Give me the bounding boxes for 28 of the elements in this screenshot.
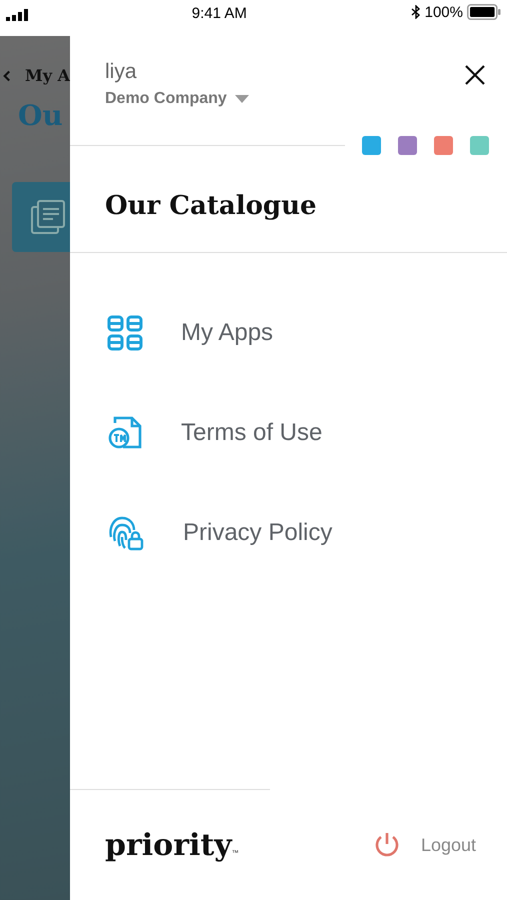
menu-item[interactable]: Privacy Policy: [107, 514, 507, 552]
theme-swatch[interactable]: [362, 136, 381, 155]
battery-percent: 100%: [424, 4, 463, 20]
catalogue-card[interactable]: [12, 182, 70, 252]
company-dropdown[interactable]: Demo Company: [105, 90, 249, 108]
back-icon[interactable]: [2, 68, 11, 82]
bluetooth-icon: [410, 5, 421, 19]
logout-button[interactable]: Logout: [372, 831, 476, 859]
trademark-document-icon: [107, 415, 143, 451]
brand-logo: priority: [105, 828, 232, 862]
screen-title: My A: [25, 66, 70, 85]
battery-icon: [466, 4, 501, 20]
screen-heading: Ou: [17, 99, 63, 132]
status-time: 9:41 AM: [192, 4, 247, 22]
menu-item[interactable]: Terms of Use: [107, 414, 507, 452]
document-icon: [30, 199, 66, 235]
grid-icon: [107, 315, 143, 351]
theme-swatch[interactable]: [470, 136, 489, 155]
caret-icon: [234, 95, 249, 103]
signal-icon: [6, 9, 28, 21]
drawer-title: Our Catalogue: [105, 191, 318, 221]
power-icon: [372, 831, 401, 859]
theme-swatch[interactable]: [434, 136, 453, 155]
theme-swatch[interactable]: [398, 136, 417, 155]
close-icon[interactable]: [464, 64, 486, 86]
user-name: liya: [105, 60, 138, 84]
menu-item[interactable]: My Apps: [107, 314, 507, 352]
fingerprint-lock-icon: [107, 515, 145, 551]
